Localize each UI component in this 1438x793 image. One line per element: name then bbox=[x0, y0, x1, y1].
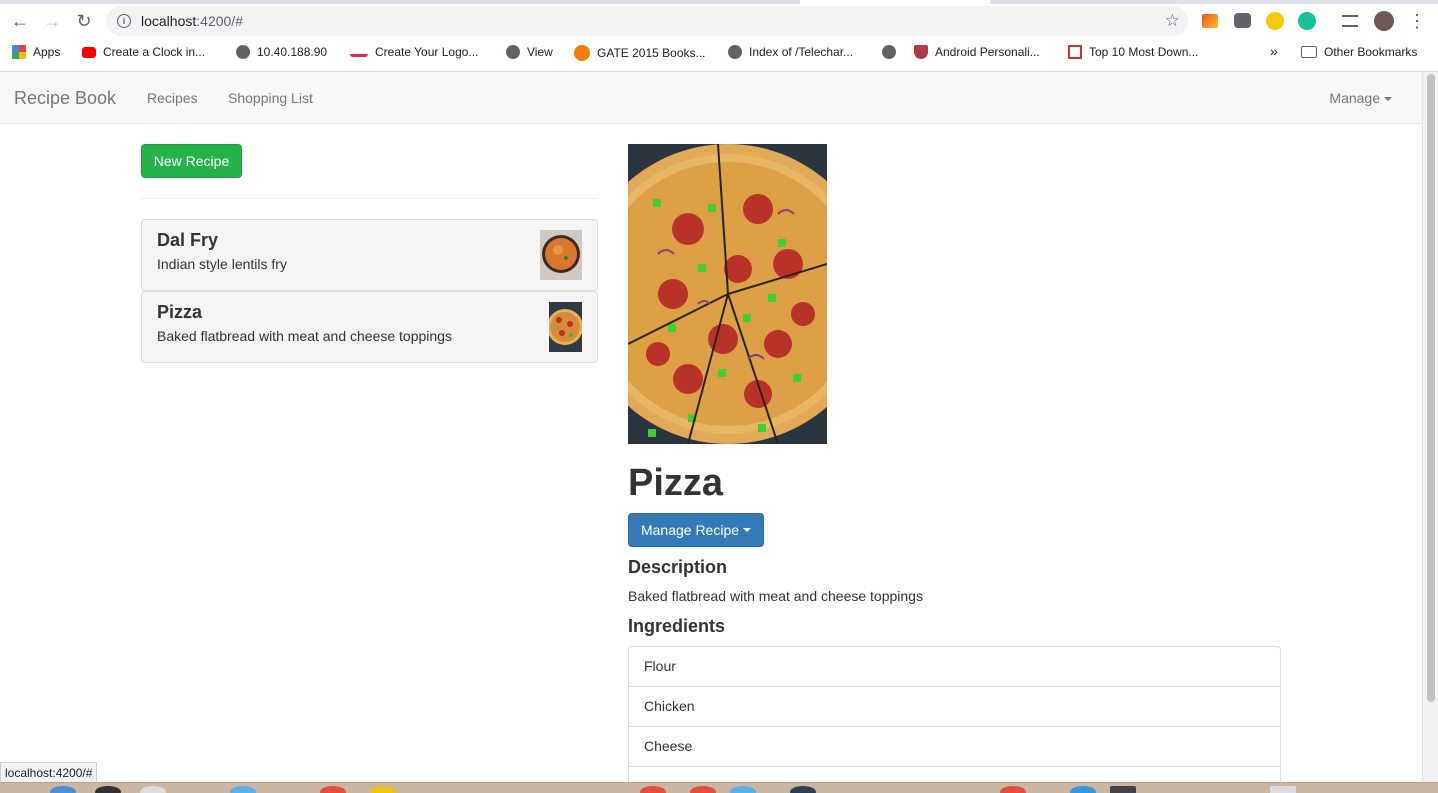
site-info-icon[interactable]: i bbox=[117, 14, 131, 28]
more-menu-icon[interactable]: ⋮ bbox=[1406, 10, 1428, 32]
page-scrollbar[interactable] bbox=[1422, 72, 1438, 782]
bookmark-label: Create a Clock in... bbox=[103, 45, 206, 59]
bookmark-logo[interactable]: Create Your Logo... bbox=[350, 45, 478, 59]
bookmarks-bar: Apps Create a Clock in... 10.40.188.90 C… bbox=[0, 38, 1438, 68]
recipe-name: Dal Fry bbox=[157, 230, 219, 250]
bookmark-label: Create Your Logo... bbox=[375, 45, 479, 59]
avatar[interactable] bbox=[1374, 11, 1394, 31]
recipe-list-item[interactable]: Dal Fry Indian style lentils fry bbox=[141, 219, 598, 291]
robot-extension-icon[interactable] bbox=[1234, 13, 1251, 28]
dock-app-icon[interactable] bbox=[95, 786, 121, 793]
dm-logo-icon bbox=[350, 47, 368, 57]
bookmark-label: Apps bbox=[33, 45, 61, 59]
more-bookmarks-label: » bbox=[1270, 43, 1278, 59]
nav-recipes-link[interactable]: Recipes bbox=[147, 90, 198, 106]
youtube-icon bbox=[82, 46, 96, 58]
reload-icon[interactable]: ↻ bbox=[73, 10, 95, 32]
url-path: :4200/# bbox=[196, 13, 243, 29]
bookmark-star-icon[interactable]: ☆ bbox=[1165, 11, 1180, 31]
globe-icon bbox=[882, 45, 896, 59]
bookmark-label: Android Personali... bbox=[935, 45, 1040, 59]
dock-app-icon[interactable] bbox=[320, 786, 346, 793]
bookmark-index[interactable]: Index of /Telechar... bbox=[728, 45, 853, 59]
bookmark-gate[interactable]: GATE 2015 Books... bbox=[574, 45, 706, 61]
dock-app-icon[interactable] bbox=[230, 786, 256, 793]
new-recipe-button[interactable]: New Recipe bbox=[141, 144, 242, 178]
ingredients-list: Flour Chicken Cheese bbox=[628, 646, 1281, 793]
bookmark-view[interactable]: View bbox=[506, 45, 553, 59]
bookmark-top10[interactable]: Top 10 Most Down... bbox=[1068, 45, 1198, 59]
moon-extension-icon[interactable] bbox=[1266, 12, 1284, 30]
divider bbox=[141, 198, 598, 199]
bookmark-clock[interactable]: Create a Clock in... bbox=[82, 45, 205, 59]
address-bar[interactable]: i localhost:4200/# ☆ bbox=[106, 6, 1188, 36]
bookmark-android[interactable]: Android Personali... bbox=[914, 45, 1040, 59]
nav-shopping-list-link[interactable]: Shopping List bbox=[228, 90, 313, 106]
caret-down-icon bbox=[1384, 97, 1392, 102]
bookmark-label: Index of /Telechar... bbox=[749, 45, 854, 59]
recipe-image bbox=[628, 144, 827, 444]
recipe-name: Pizza bbox=[157, 302, 203, 322]
dock-app-icon[interactable] bbox=[1110, 786, 1136, 793]
recipe-description-text: Baked flatbread with meat and cheese top… bbox=[628, 588, 923, 604]
ingredients-heading: Ingredients bbox=[628, 616, 726, 636]
bookmark-red-icon bbox=[1068, 45, 1082, 59]
dal-fry-thumbnail bbox=[540, 230, 582, 280]
dock-app-icon[interactable] bbox=[690, 786, 716, 793]
media-control-icon[interactable] bbox=[1342, 15, 1358, 27]
browser-chrome: ← → ↻ i localhost:4200/# ☆ ⋮ Apps Create… bbox=[0, 0, 1438, 72]
recipe-list-item[interactable]: Pizza Baked flatbread with meat and chee… bbox=[141, 291, 598, 363]
shield-icon bbox=[914, 45, 928, 59]
app-navbar: Recipe Book Recipes Shopping List Manage bbox=[0, 72, 1422, 124]
dock-app-icon[interactable] bbox=[370, 786, 396, 793]
ingredient-item: Flour bbox=[628, 646, 1281, 687]
other-bookmarks[interactable]: Other Bookmarks bbox=[1301, 45, 1417, 59]
manage-dropdown[interactable]: Manage bbox=[1329, 90, 1392, 106]
grammarly-icon[interactable] bbox=[1298, 12, 1316, 30]
forward-arrow-icon[interactable]: → bbox=[41, 10, 63, 32]
manage-recipe-label: Manage Recipe bbox=[640, 522, 740, 538]
browser-toolbar: ← → ↻ i localhost:4200/# ☆ ⋮ bbox=[0, 4, 1438, 38]
other-bookmarks-label: Other Bookmarks bbox=[1324, 45, 1418, 59]
url-host: localhost bbox=[141, 13, 197, 29]
dock-app-icon[interactable] bbox=[50, 786, 76, 793]
globe-icon bbox=[728, 45, 742, 59]
bookmark-ip[interactable]: 10.40.188.90 bbox=[236, 45, 327, 59]
dock-app-icon[interactable] bbox=[140, 786, 166, 793]
description-heading: Description bbox=[628, 557, 728, 577]
apps-grid-icon bbox=[12, 45, 26, 59]
pizza-thumbnail bbox=[549, 302, 582, 352]
ingredient-item: Chicken bbox=[628, 686, 1281, 727]
dock-app-icon[interactable] bbox=[640, 786, 666, 793]
dock-app-icon[interactable] bbox=[790, 786, 816, 793]
caret-down-icon bbox=[743, 528, 752, 532]
bookmark-label: GATE 2015 Books... bbox=[597, 46, 706, 60]
bookmark-label: 10.40.188.90 bbox=[257, 45, 328, 59]
bookmark-globe[interactable] bbox=[882, 45, 896, 59]
manage-label: Manage bbox=[1329, 90, 1380, 106]
macos-dock bbox=[0, 782, 1438, 793]
dock-app-icon[interactable] bbox=[730, 786, 756, 793]
recipe-description: Baked flatbread with meat and cheese top… bbox=[157, 328, 452, 344]
bookmark-label: View bbox=[527, 45, 553, 59]
more-bookmarks-button[interactable]: » bbox=[1270, 43, 1278, 59]
analytics-extension-icon[interactable] bbox=[1202, 14, 1218, 28]
brand-link[interactable]: Recipe Book bbox=[14, 88, 116, 109]
globe-icon bbox=[236, 45, 250, 59]
scrollbar-thumb[interactable] bbox=[1427, 74, 1435, 702]
ingredient-item: Cheese bbox=[628, 726, 1281, 767]
folder-icon bbox=[1301, 46, 1317, 58]
dock-app-icon[interactable] bbox=[1000, 786, 1026, 793]
bookmark-label: Top 10 Most Down... bbox=[1089, 45, 1199, 59]
recipe-description: Indian style lentils fry bbox=[157, 256, 287, 272]
manage-recipe-button[interactable]: Manage Recipe bbox=[628, 513, 764, 547]
back-arrow-icon[interactable]: ← bbox=[9, 10, 31, 32]
status-bar-url: localhost:4200/# bbox=[0, 762, 98, 784]
globe-icon bbox=[506, 45, 520, 59]
dock-app-icon[interactable] bbox=[1070, 786, 1096, 793]
bookmark-apps[interactable]: Apps bbox=[12, 45, 60, 59]
recipe-title: Pizza bbox=[628, 462, 724, 504]
info-orange-icon bbox=[574, 45, 590, 61]
dock-app-icon[interactable] bbox=[1270, 786, 1296, 793]
